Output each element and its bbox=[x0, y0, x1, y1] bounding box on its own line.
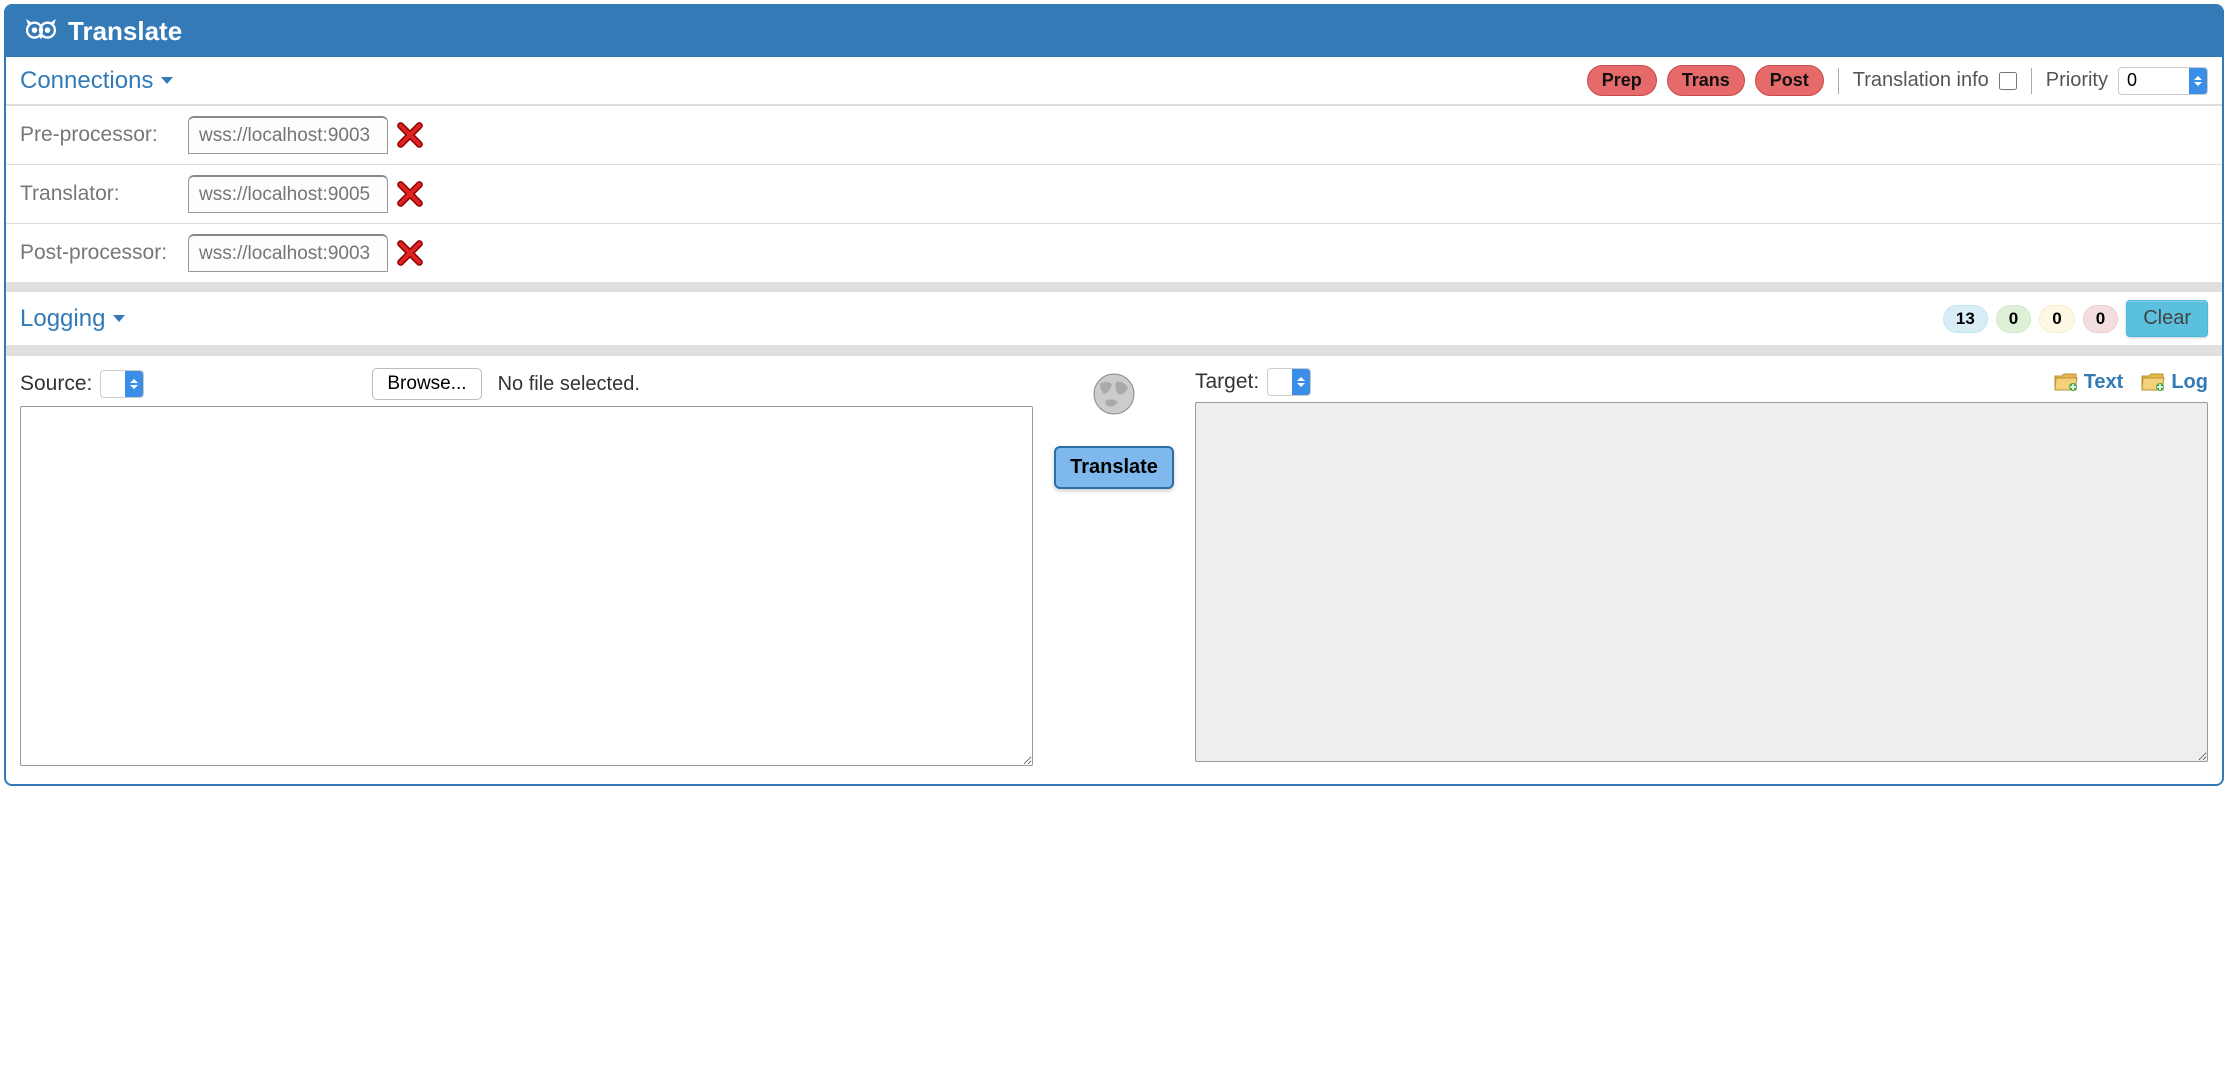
info-count[interactable]: 13 bbox=[1943, 305, 1988, 333]
logging-title: Logging bbox=[20, 305, 105, 333]
logging-toggle[interactable]: Logging bbox=[20, 305, 125, 333]
postprocessor-input[interactable] bbox=[188, 234, 388, 272]
success-count[interactable]: 0 bbox=[1996, 305, 2031, 333]
clear-button[interactable]: Clear bbox=[2126, 300, 2208, 337]
connections-title: Connections bbox=[20, 67, 153, 95]
priority-label: Priority bbox=[2046, 69, 2108, 92]
priority-wrap bbox=[2118, 67, 2208, 95]
folder-icon bbox=[2141, 372, 2165, 392]
text-link-label: Text bbox=[2084, 371, 2124, 394]
logging-section: Logging 13 0 0 0 Clear bbox=[6, 292, 2222, 356]
translator-row: Translator: bbox=[6, 164, 2222, 223]
trans-pill[interactable]: Trans bbox=[1667, 65, 1745, 96]
source-textarea[interactable] bbox=[20, 406, 1033, 766]
translation-info-label: Translation info bbox=[1853, 69, 1989, 92]
preprocessor-row: Pre-processor: bbox=[6, 105, 2222, 164]
connections-section: Connections Prep Trans Post Translation … bbox=[6, 57, 2222, 292]
middle-column: Translate bbox=[1049, 368, 1179, 766]
divider bbox=[1838, 68, 1839, 94]
source-column: Source: Browse... No file selected. bbox=[20, 368, 1033, 766]
header-bar: Translate bbox=[6, 6, 2222, 57]
source-label: Source: bbox=[20, 372, 92, 396]
target-tools: Text Log bbox=[2054, 371, 2208, 394]
folder-icon bbox=[2054, 372, 2078, 392]
connections-tools: Prep Trans Post Translation info Priorit… bbox=[1587, 65, 2208, 96]
app-title: Translate bbox=[68, 16, 182, 47]
log-download-link[interactable]: Log bbox=[2141, 371, 2208, 394]
close-icon[interactable] bbox=[396, 180, 424, 208]
target-column: Target: Text bbox=[1195, 368, 2208, 766]
translation-info-checkbox[interactable] bbox=[1999, 72, 2017, 90]
translator-input[interactable] bbox=[188, 175, 388, 213]
caret-down-icon bbox=[161, 77, 173, 84]
warn-count[interactable]: 0 bbox=[2039, 305, 2074, 333]
app-container: Translate Connections Prep Trans Post Tr… bbox=[4, 4, 2224, 786]
caret-down-icon bbox=[113, 315, 125, 322]
divider bbox=[2031, 68, 2032, 94]
target-label: Target: bbox=[1195, 370, 1259, 394]
main-area: Source: Browse... No file selected. Tran… bbox=[6, 356, 2222, 784]
translate-button[interactable]: Translate bbox=[1054, 446, 1174, 489]
file-status: No file selected. bbox=[498, 373, 640, 396]
close-icon[interactable] bbox=[396, 121, 424, 149]
priority-spinner[interactable] bbox=[2189, 68, 2207, 94]
error-count[interactable]: 0 bbox=[2083, 305, 2118, 333]
source-head: Source: Browse... No file selected. bbox=[20, 368, 1033, 400]
target-textarea[interactable] bbox=[1195, 402, 2208, 762]
connections-toggle[interactable]: Connections bbox=[20, 67, 173, 95]
text-download-link[interactable]: Text bbox=[2054, 371, 2124, 394]
logging-head: Logging 13 0 0 0 Clear bbox=[6, 292, 2222, 346]
prep-pill[interactable]: Prep bbox=[1587, 65, 1657, 96]
browse-button[interactable]: Browse... bbox=[372, 368, 481, 400]
globe-icon bbox=[1092, 372, 1136, 416]
postprocessor-label: Post-processor: bbox=[20, 241, 180, 265]
logging-tools: 13 0 0 0 Clear bbox=[1943, 300, 2208, 337]
target-lang-select[interactable] bbox=[1267, 368, 1311, 396]
source-lang-select[interactable] bbox=[100, 370, 144, 398]
connections-head: Connections Prep Trans Post Translation … bbox=[6, 57, 2222, 105]
postprocessor-row: Post-processor: bbox=[6, 223, 2222, 282]
post-pill[interactable]: Post bbox=[1755, 65, 1824, 96]
close-icon[interactable] bbox=[396, 239, 424, 267]
preprocessor-input[interactable] bbox=[188, 116, 388, 154]
translator-label: Translator: bbox=[20, 182, 180, 206]
owl-icon bbox=[26, 19, 56, 45]
target-head: Target: Text bbox=[1195, 368, 2208, 396]
preprocessor-label: Pre-processor: bbox=[20, 123, 180, 147]
log-link-label: Log bbox=[2171, 371, 2208, 394]
